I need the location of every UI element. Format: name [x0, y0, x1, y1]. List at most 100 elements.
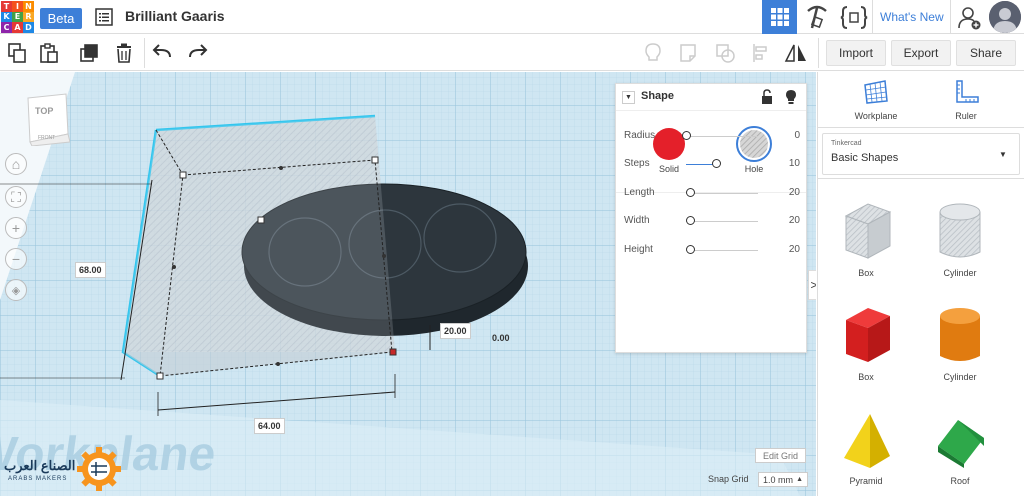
collapse-inspector-button[interactable]: ▼: [622, 91, 635, 104]
divider: [616, 110, 806, 111]
shape-tile-cylinder[interactable]: Cylinder: [928, 302, 992, 388]
copy-icon[interactable]: [6, 42, 28, 64]
box-red-icon: [846, 308, 890, 362]
home-icon: ⌂: [11, 156, 21, 172]
3d-view-button[interactable]: [762, 0, 797, 34]
watermark-latin: ARABS MAKERS: [8, 476, 68, 482]
param-slider-knob[interactable]: [685, 245, 695, 254]
shape-label: Cylinder: [943, 372, 977, 382]
shape-tile-roof[interactable]: Roof: [928, 406, 992, 492]
lightbulb-icon[interactable]: [784, 89, 798, 105]
snap-grid-select[interactable]: 1.0 mm ▲: [758, 472, 808, 487]
view-cube[interactable]: TOP FRONT: [24, 90, 71, 147]
elevation-dimension[interactable]: 0.00: [489, 331, 513, 345]
edit-grid-button[interactable]: Edit Grid: [755, 448, 806, 463]
workplane-icon[interactable]: [863, 79, 889, 105]
perspective-button[interactable]: ◈: [5, 279, 27, 301]
cylinder-hole-icon: [939, 203, 981, 258]
pickaxe-icon[interactable]: [804, 4, 830, 30]
paste-icon[interactable]: [38, 42, 60, 64]
shape-label: Roof: [950, 476, 970, 486]
library-name: Basic Shapes: [831, 152, 899, 164]
snap-grid-value: 1.0 mm: [763, 474, 794, 485]
separator: [872, 0, 873, 34]
user-avatar[interactable]: [989, 1, 1021, 33]
library-select[interactable]: Tinkercad Basic Shapes ▼: [822, 133, 1020, 175]
shape-tile-box-hole[interactable]: Box: [834, 196, 898, 282]
library-source: Tinkercad: [831, 140, 862, 147]
param-slider-knob[interactable]: [685, 188, 695, 197]
param-label: Height: [624, 244, 653, 255]
duplicate-icon[interactable]: [79, 42, 101, 64]
collapse-panel-button[interactable]: >: [808, 270, 816, 300]
design-title[interactable]: Brilliant Gaaris: [125, 8, 225, 24]
export-button[interactable]: Export: [891, 40, 951, 66]
arabs-makers-watermark: الصناع العرب ARABS MAKERS: [0, 444, 125, 496]
grid-view-icon: [770, 8, 789, 26]
param-value[interactable]: 0: [794, 130, 800, 141]
redo-icon[interactable]: [188, 43, 208, 63]
cylinder-orange-icon: [940, 308, 980, 361]
ruler-icon[interactable]: [954, 79, 980, 105]
note-icon[interactable]: [678, 42, 700, 64]
shape-tile-cylinder-hole[interactable]: Cylinder: [928, 196, 992, 282]
param-slider-knob[interactable]: [685, 216, 695, 225]
logo-letter: T: [1, 1, 12, 12]
import-button[interactable]: Import: [826, 40, 886, 66]
param-label: Width: [624, 215, 650, 226]
triangle-up-icon: ▲: [796, 476, 803, 483]
ungroup-icon[interactable]: [714, 42, 736, 64]
param-row-length: Length 20: [624, 187, 800, 201]
height-dimension[interactable]: 68.00: [75, 262, 106, 278]
watermark-arabic: الصناع العرب: [4, 458, 76, 473]
codeblocks-icon[interactable]: [840, 5, 868, 30]
zoom-in-button[interactable]: +: [5, 217, 27, 239]
depth-dimension[interactable]: 20.00: [440, 323, 471, 339]
logo-letter: N: [23, 1, 34, 12]
tinkercad-logo[interactable]: T I N K E R C A D: [1, 1, 34, 33]
width-dimension[interactable]: 64.00: [254, 418, 285, 434]
box-hole-icon: [844, 203, 892, 259]
param-slider-track[interactable]: [686, 136, 758, 137]
param-slider-knob[interactable]: [712, 159, 722, 168]
inspector-title: Shape: [641, 90, 675, 102]
logo-letter: E: [12, 11, 23, 23]
separator: [818, 38, 819, 68]
param-row-width: Width 20: [624, 215, 800, 229]
param-row-height: Height 20: [624, 244, 800, 258]
logo-letter: I: [12, 1, 23, 12]
caret-down-icon: ▼: [999, 150, 1007, 159]
param-value[interactable]: 20: [789, 215, 800, 226]
param-slider-knob[interactable]: [682, 131, 691, 140]
divider: [818, 127, 1024, 128]
show-lightbulb-icon[interactable]: [643, 42, 663, 64]
delete-icon[interactable]: [113, 42, 135, 64]
beta-badge[interactable]: Beta: [40, 8, 82, 29]
lock-icon[interactable]: [760, 89, 774, 105]
param-slider-track[interactable]: [686, 221, 758, 222]
shape-tile-box[interactable]: Box: [834, 302, 898, 388]
minus-icon: −: [11, 251, 21, 267]
align-icon[interactable]: [750, 42, 772, 64]
logo-letter: A: [12, 22, 23, 33]
whats-new-link[interactable]: What's New: [880, 10, 944, 24]
avatar-icon: [989, 1, 1021, 33]
zoom-out-button[interactable]: −: [5, 248, 27, 270]
param-label: Steps: [624, 158, 650, 169]
design-list-icon[interactable]: [95, 8, 113, 26]
add-user-icon[interactable]: [958, 6, 982, 30]
mirror-icon[interactable]: [784, 42, 808, 64]
param-value[interactable]: 20: [789, 187, 800, 198]
share-button[interactable]: Share: [956, 40, 1016, 66]
ruler-tool-label[interactable]: Ruler: [936, 111, 996, 121]
param-slider-track[interactable]: [686, 193, 758, 194]
separator: [950, 0, 951, 34]
param-value[interactable]: 10: [789, 158, 800, 169]
fit-view-button[interactable]: ⛶: [5, 186, 27, 208]
param-slider-track[interactable]: [686, 250, 758, 251]
workplane-tool-label[interactable]: Workplane: [846, 111, 906, 121]
undo-icon[interactable]: [152, 43, 172, 63]
home-view-button[interactable]: ⌂: [5, 153, 27, 175]
param-value[interactable]: 20: [789, 244, 800, 255]
shape-tile-pyramid[interactable]: Pyramid: [834, 406, 898, 492]
